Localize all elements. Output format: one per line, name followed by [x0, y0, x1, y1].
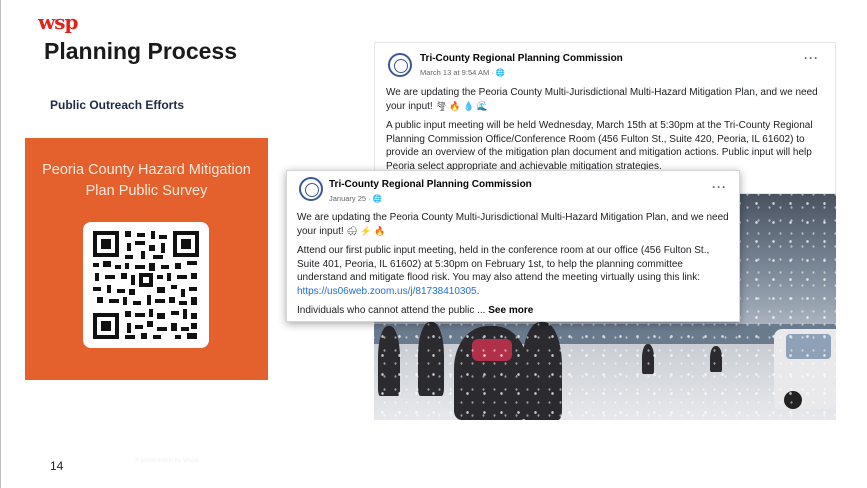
post-paragraph: We are updating the Peoria County Multi-… — [386, 86, 826, 113]
slide: wsp Planning Process Public Outreach Eff… — [0, 0, 867, 488]
post-paragraph: Attend our first public input meeting, h… — [297, 244, 729, 298]
post-paragraph: Individuals who cannot attend the public… — [297, 304, 729, 318]
post-body: We are updating the Peoria County Multi-… — [297, 211, 729, 324]
more-options-icon[interactable]: ··· — [712, 180, 727, 195]
survey-title: Peoria County Hazard Mitigation Plan Pub… — [25, 160, 268, 202]
survey-card: Peoria County Hazard Mitigation Plan Pub… — [25, 138, 268, 380]
hazard-emoji-icons: 🌨 ⚡ 🔥 — [346, 225, 386, 236]
post-paragraph: We are updating the Peoria County Multi-… — [297, 211, 729, 238]
post-text: Attend our first public input meeting, h… — [297, 245, 710, 283]
post-body: We are updating the Peoria County Multi-… — [386, 86, 826, 179]
facebook-post-january: Tri-County Regional Planning Commission … — [286, 170, 740, 322]
qr-code-icon[interactable] — [83, 222, 209, 348]
post-timestamp[interactable]: March 13 at 9:54 AM · 🌐 — [420, 66, 505, 80]
link-suffix: . — [476, 285, 480, 297]
survey-title-line-2: Plan Public Survey — [85, 183, 208, 199]
slide-border — [0, 0, 1, 488]
avatar[interactable] — [299, 177, 323, 201]
qr-code-graphic — [91, 229, 201, 341]
section-subtitle: Public Outreach Efforts — [50, 98, 185, 112]
more-options-icon[interactable]: ··· — [804, 51, 819, 66]
see-more-link[interactable]: See more — [488, 305, 533, 316]
post-author[interactable]: Tri-County Regional Planning Commission — [329, 178, 532, 192]
watermark: A presentation by Wood — [135, 458, 199, 464]
post-text: Individuals who cannot attend the public… — [297, 305, 486, 316]
survey-title-line-1: Peoria County Hazard Mitigation — [42, 162, 251, 178]
page-number: 14 — [50, 459, 64, 473]
avatar[interactable] — [388, 53, 412, 77]
post-author[interactable]: Tri-County Regional Planning Commission — [420, 52, 623, 66]
wsp-logo: wsp — [38, 10, 78, 34]
hazard-emoji-icons: 🌪 🔥 💧 🌊 — [435, 100, 489, 111]
post-paragraph: A public input meeting will be held Wedn… — [386, 120, 813, 172]
post-timestamp[interactable]: January 25 · 🌐 — [329, 192, 382, 206]
page-title: Planning Process — [44, 38, 238, 64]
zoom-meeting-link[interactable]: https://us06web.zoom.us/j/81738410305 — [297, 286, 477, 297]
